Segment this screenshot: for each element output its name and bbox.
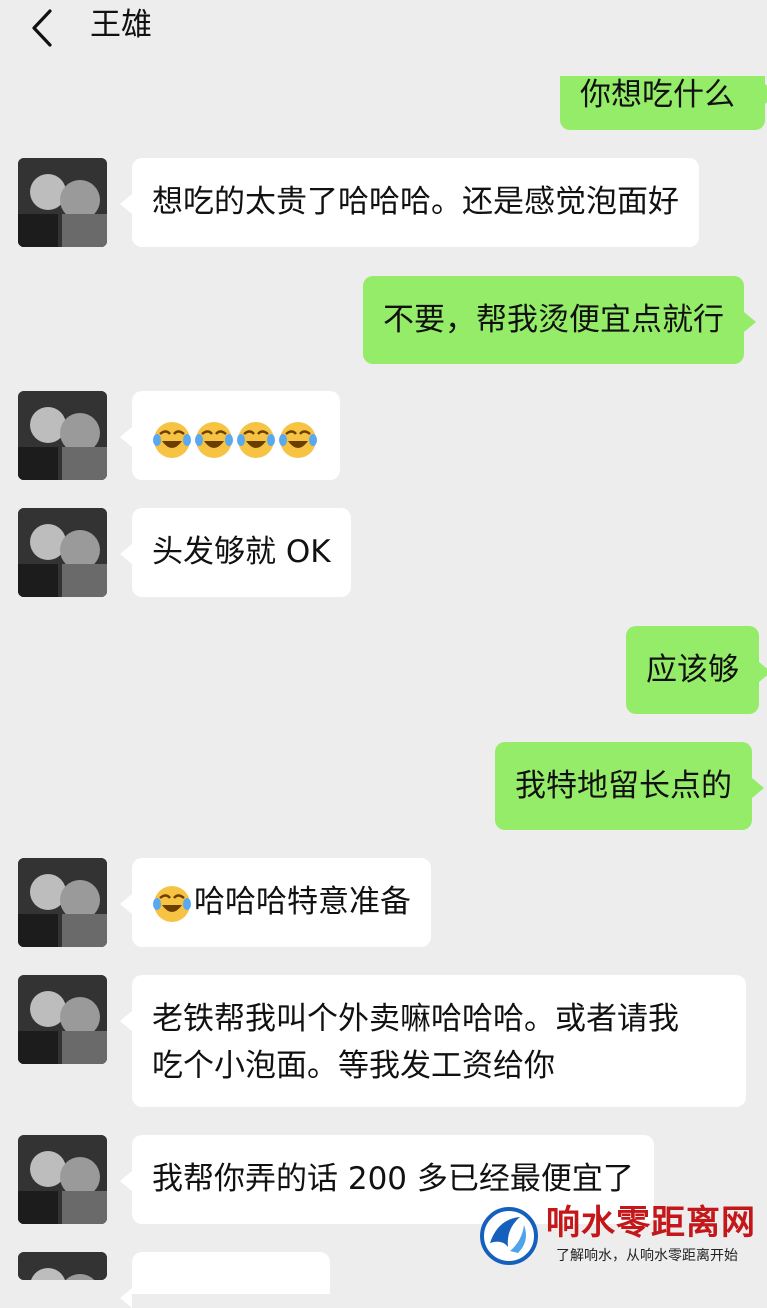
message-text: 应该够	[646, 652, 739, 688]
message-bubble-incoming[interactable]	[120, 1252, 330, 1308]
avatar-photo	[18, 391, 107, 480]
face-with-tears-of-joy-icon	[153, 885, 191, 922]
chat-header-cover: 王雄	[0, 0, 767, 76]
message-bubble-outgoing[interactable]: 我特地留长点的	[495, 742, 764, 830]
contact-avatar[interactable]	[18, 391, 107, 480]
message-bubble-incoming[interactable]: 头发够就 OK	[120, 508, 351, 597]
message-bubble-incoming[interactable]	[120, 391, 340, 480]
message-text: 我特地留长点的	[515, 768, 732, 804]
contact-avatar[interactable]	[18, 1252, 107, 1280]
chevron-left-icon	[32, 9, 52, 47]
message-bubble-outgoing[interactable]: 应该够	[626, 626, 767, 714]
message-bubble-outgoing[interactable]: 不要，帮我烫便宜点就行	[363, 276, 756, 364]
watermark-logo-icon	[480, 1207, 538, 1265]
chat-window: 王雄 你想吃什么 王雄 想吃的太贵了哈哈哈。还是感觉泡面好 不要，帮我烫便宜点就…	[0, 0, 767, 1308]
face-with-tears-of-joy-icon	[279, 421, 317, 458]
message-bubble-incoming[interactable]: 哈哈哈特意准备	[120, 858, 431, 947]
message-text: 想吃的太贵了哈哈哈。还是感觉泡面好	[152, 184, 679, 220]
contact-avatar[interactable]	[18, 858, 107, 947]
avatar-photo	[18, 975, 107, 1064]
site-watermark: 响水零距离网 了解响水，从响水零距离开始	[478, 1203, 767, 1280]
avatar-photo	[18, 858, 107, 947]
chat-title-cover: 王雄	[90, 7, 152, 43]
message-text: 哈哈哈特意准备	[194, 884, 411, 920]
face-with-tears-of-joy-icon	[153, 421, 191, 458]
avatar-photo	[18, 508, 107, 597]
message-text-line: 老铁帮我叫个外卖嘛哈哈哈。或者请我	[152, 1001, 679, 1037]
avatar-photo	[18, 1135, 107, 1224]
message-text-line: 吃个小泡面。等我发工资给你	[152, 1048, 555, 1084]
face-with-tears-of-joy-icon	[195, 421, 233, 458]
contact-avatar[interactable]	[18, 158, 107, 247]
message-text: 头发够就 OK	[152, 534, 331, 570]
message-text: 不要，帮我烫便宜点就行	[383, 302, 724, 338]
message-bubble-incoming[interactable]: 想吃的太贵了哈哈哈。还是感觉泡面好	[120, 158, 699, 247]
watermark-slogan: 了解响水，从响水零距离开始	[556, 1248, 738, 1264]
watermark-site-name: 响水零距离网	[546, 1203, 756, 1243]
message-bubble-incoming[interactable]: 老铁帮我叫个外卖嘛哈哈哈。或者请我 吃个小泡面。等我发工资给你	[120, 975, 746, 1107]
contact-avatar[interactable]	[18, 975, 107, 1064]
contact-avatar[interactable]	[18, 508, 107, 597]
message-text: 我帮你弄的话 200 多已经最便宜了	[152, 1161, 634, 1197]
avatar-photo	[18, 158, 107, 247]
back-button-cover[interactable]	[22, 8, 62, 48]
contact-avatar[interactable]	[18, 1135, 107, 1224]
face-with-tears-of-joy-icon	[237, 421, 275, 458]
message-text: 你想吃什么	[580, 77, 735, 113]
avatar-photo	[18, 1252, 107, 1280]
